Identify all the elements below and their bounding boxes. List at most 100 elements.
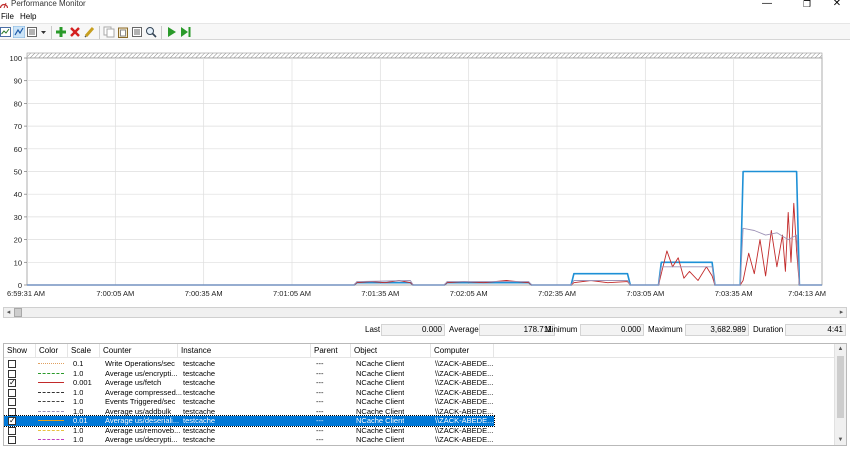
view-graph-icon[interactable]	[0, 26, 12, 38]
performance-monitor-icon	[0, 2, 8, 9]
scroll-right-icon[interactable]: ▸	[837, 308, 846, 317]
instance-cell: testcache	[183, 368, 216, 378]
show-checkbox[interactable]	[8, 436, 16, 444]
scroll-left-icon[interactable]: ◂	[4, 308, 13, 317]
parent-cell: ---	[316, 397, 324, 406]
change-graph-type-icon[interactable]	[13, 26, 25, 38]
scale-cell: 1.0	[73, 368, 84, 378]
computer-cell: \\ZACK-ABEDE...	[435, 425, 494, 435]
average-value: 178.711	[479, 324, 555, 336]
show-checkbox[interactable]	[8, 388, 16, 397]
unfreeze-display-icon[interactable]	[166, 26, 178, 38]
maximum-label: Maximum	[648, 325, 683, 334]
report-view-icon[interactable]	[27, 26, 39, 38]
object-cell: NCache Client	[356, 378, 405, 387]
show-checkbox[interactable]: ✓	[8, 379, 16, 387]
counter-row[interactable]: 0.1 Write Operations/sec testcache --- NCach…	[4, 359, 494, 369]
color-swatch	[38, 420, 64, 421]
show-checkbox[interactable]	[8, 360, 16, 368]
column-color[interactable]: Color	[36, 344, 68, 358]
show-checkbox[interactable]	[8, 407, 16, 416]
restore-button[interactable]: ❐	[797, 0, 817, 10]
y-tick-label: 20	[14, 236, 22, 245]
column-counter[interactable]: Counter	[100, 344, 178, 358]
counter-cell: Average compressed...	[105, 387, 182, 397]
instance-cell: testcache	[183, 416, 216, 425]
color-swatch	[38, 391, 64, 393]
update-data-icon[interactable]	[180, 26, 192, 38]
counter-row[interactable]: ✓ 0.01 Average us/deseriali... testcache ---…	[4, 415, 495, 427]
y-tick-label: 90	[14, 77, 22, 86]
counter-row[interactable]: 1.0 Average us/encrypti... testcache --- NCa…	[4, 369, 494, 379]
highlight-icon[interactable]	[83, 26, 95, 38]
scrollbar-thumb[interactable]	[14, 308, 22, 317]
scale-cell: 1.0	[73, 425, 84, 435]
computer-cell: \\ZACK-ABEDE...	[435, 406, 494, 416]
counter-row[interactable]: 1.0 Average us/decrypti... testcache --- NCa…	[4, 435, 494, 445]
color-swatch	[38, 401, 64, 402]
paste-counter-list-icon[interactable]	[117, 26, 129, 38]
counter-cell: Average us/encrypti...	[105, 368, 178, 378]
column-parent[interactable]: Parent	[311, 344, 351, 358]
counter-list[interactable]: Show Color Scale Counter Instance Parent…	[3, 343, 847, 446]
properties-icon[interactable]	[131, 26, 143, 38]
parent-cell: ---	[316, 435, 324, 444]
instance-cell: testcache	[183, 406, 216, 416]
counter-cell: Write Operations/sec	[105, 359, 175, 368]
counter-cell: Average us/addbulk	[105, 406, 172, 416]
menu-help[interactable]: Help	[20, 11, 36, 22]
copy-properties-icon[interactable]	[103, 26, 115, 38]
title-bar: Performance Monitor — ❐ ✕	[0, 0, 850, 10]
y-tick-label: 40	[14, 190, 22, 199]
counter-row[interactable]: 1.0 Events Triggered/sec testcache --- NCach…	[4, 397, 494, 407]
scrollbar-thumb[interactable]	[837, 356, 844, 418]
column-show[interactable]: Show	[4, 344, 36, 358]
parent-cell: ---	[316, 368, 324, 378]
show-checkbox[interactable]	[8, 426, 16, 435]
computer-cell: \\ZACK-ABEDE...	[435, 397, 494, 406]
scale-cell: 1.0	[73, 397, 84, 406]
toolbar-separator	[161, 26, 162, 39]
x-tick-label: 7:02:35 AM	[538, 289, 576, 298]
counter-row[interactable]: 1.0 Average compressed... testcache --- NCac…	[4, 388, 494, 398]
object-cell: NCache Client	[356, 368, 405, 378]
parent-cell: ---	[316, 406, 324, 416]
y-tick-label: 70	[14, 122, 22, 131]
color-swatch	[38, 410, 64, 412]
dropdown-icon[interactable]	[40, 26, 47, 38]
average-label: Average	[449, 325, 479, 334]
close-button[interactable]: ✕	[827, 0, 847, 10]
toolbar-separator	[99, 26, 100, 39]
graph-area[interactable]: 100 90 80 70 60 50 40 30 20 10 0 6:59:31 AM 7:00:05…	[0, 41, 850, 303]
counter-list-scrollbar[interactable]: ▲ ▼	[834, 344, 846, 445]
show-checkbox[interactable]	[8, 369, 16, 378]
minimize-button[interactable]: —	[757, 0, 777, 10]
toolbar-separator	[51, 26, 52, 39]
delete-counter-icon[interactable]	[69, 26, 81, 38]
column-scale[interactable]: Scale	[68, 344, 100, 358]
parent-cell: ---	[316, 416, 324, 425]
x-tick-label: 7:01:35 AM	[361, 289, 399, 298]
object-cell: NCache Client	[356, 435, 405, 444]
show-checkbox[interactable]: ✓	[8, 417, 16, 425]
show-checkbox[interactable]	[8, 398, 16, 406]
instance-cell: testcache	[183, 425, 216, 435]
performance-chart[interactable]: 1009080706050403020100 6:59:31 AM 7:00:05…	[0, 41, 850, 303]
column-instance[interactable]: Instance	[178, 344, 311, 358]
add-counter-icon[interactable]	[55, 26, 67, 38]
computer-cell: \\ZACK-ABEDE...	[435, 378, 494, 387]
color-swatch	[38, 429, 64, 431]
column-object[interactable]: Object	[351, 344, 431, 358]
counter-cell: Events Triggered/sec	[105, 397, 176, 406]
counter-cell: Average us/deseriali...	[105, 416, 180, 425]
timeline-scrollbar[interactable]: ◂ ▸	[3, 307, 847, 318]
column-computer[interactable]: Computer	[431, 344, 494, 358]
counter-row[interactable]: 1.0 Average us/addbulk testcache --- NCache …	[4, 407, 494, 417]
scroll-up-icon[interactable]: ▲	[835, 344, 846, 354]
zoom-icon[interactable]	[145, 26, 157, 38]
counter-row[interactable]: 1.0 Average us/removeb... testcache --- NCac…	[4, 426, 494, 436]
scroll-down-icon[interactable]: ▼	[835, 435, 846, 445]
counter-row[interactable]: ✓ 0.001 Average us/fetch testcache --- NCache…	[4, 378, 494, 388]
y-tick-label: 30	[14, 213, 22, 222]
menu-file[interactable]: File	[1, 11, 14, 22]
